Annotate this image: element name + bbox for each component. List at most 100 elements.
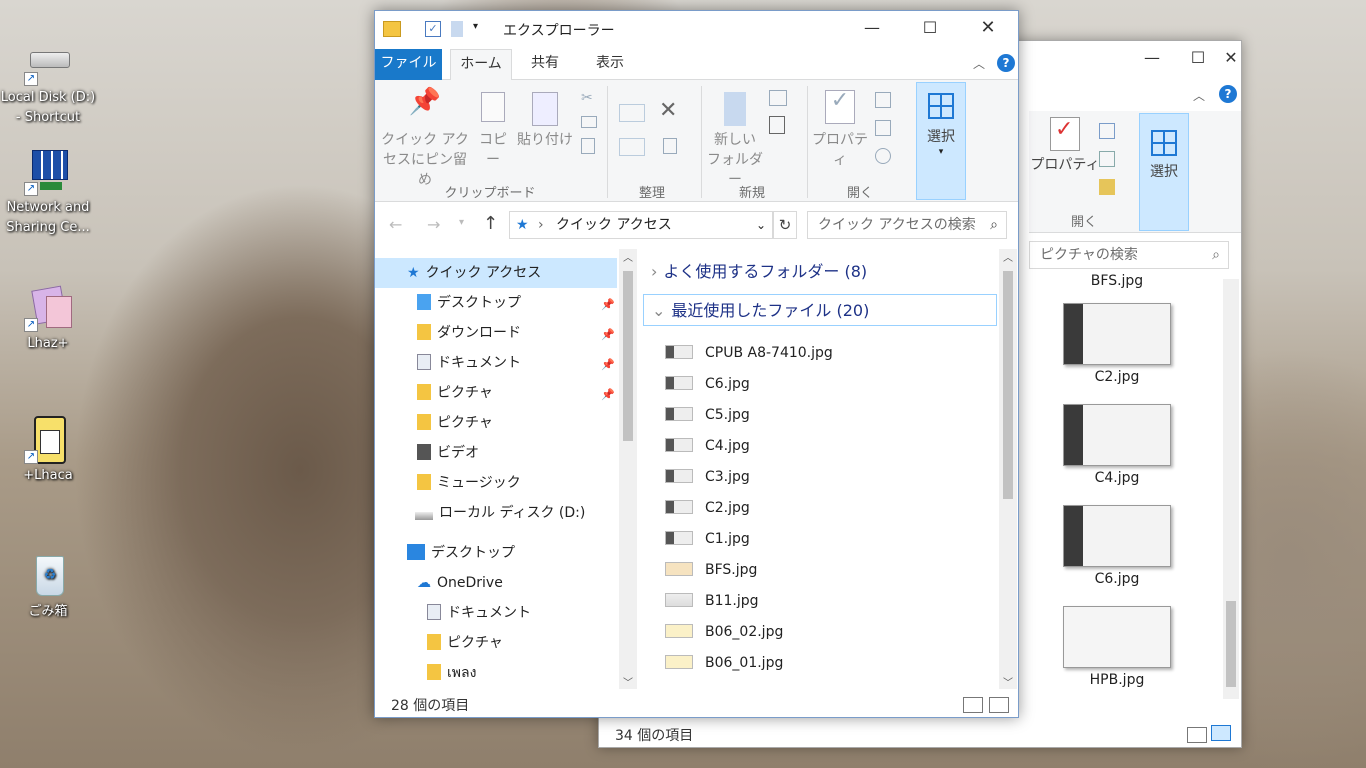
copy-path-icon[interactable] bbox=[581, 116, 597, 128]
new-item-icon[interactable] bbox=[769, 90, 787, 106]
group-header-frequent[interactable]: › よく使用するフォルダー (8) bbox=[641, 256, 867, 288]
file-row[interactable]: CPUB A8-7410.jpg bbox=[665, 338, 833, 369]
nav-item-local-disk[interactable]: ローカル ディスク (D:) bbox=[415, 498, 585, 528]
recent-locations-button[interactable]: ▾ bbox=[459, 217, 464, 228]
history-icon[interactable] bbox=[875, 148, 891, 164]
vertical-scrollbar[interactable] bbox=[1223, 279, 1239, 699]
scroll-down-icon[interactable]: ﹀ bbox=[999, 674, 1017, 689]
nav-item-desktop[interactable]: デスクトップ bbox=[417, 288, 521, 318]
file-row[interactable]: C2.jpg bbox=[665, 493, 750, 524]
rename-icon[interactable] bbox=[663, 138, 677, 154]
scrollbar-thumb[interactable] bbox=[1003, 271, 1013, 499]
details-view-icon[interactable] bbox=[1187, 727, 1207, 743]
thumbnail-item[interactable]: BFS.jpg bbox=[1057, 273, 1177, 289]
file-row[interactable]: B11.jpg bbox=[665, 586, 759, 617]
forward-button[interactable]: → bbox=[427, 215, 440, 234]
details-view-icon[interactable] bbox=[963, 697, 983, 713]
file-row[interactable]: B06_02.jpg bbox=[665, 617, 783, 648]
scrollbar-thumb[interactable] bbox=[1226, 601, 1236, 687]
scrollbar-thumb[interactable] bbox=[623, 271, 633, 441]
properties-button[interactable]: ✓ プロパティ bbox=[1029, 117, 1101, 175]
file-row[interactable]: C4.jpg bbox=[665, 431, 750, 462]
desktop-icon-network[interactable]: ↗ Network and Sharing Ce... bbox=[0, 148, 96, 238]
back-button[interactable]: ← bbox=[389, 215, 402, 234]
nav-pane-scrollbar[interactable]: ︿ ﹀ bbox=[619, 249, 637, 689]
nav-item-onedrive-folder[interactable]: เพลง bbox=[427, 658, 476, 688]
properties-quick-icon[interactable]: ✓ bbox=[425, 21, 441, 37]
new-folder-button[interactable]: 新しい フォルダー bbox=[705, 92, 765, 190]
nav-item-quick-access[interactable]: ★ クイック アクセス bbox=[407, 258, 541, 288]
help-icon[interactable]: ? bbox=[1219, 85, 1237, 103]
ribbon-collapse-icon[interactable]: ︿ bbox=[973, 55, 985, 72]
nav-item-onedrive-documents[interactable]: ドキュメント bbox=[427, 598, 531, 628]
thumbnail-item[interactable]: C2.jpg bbox=[1057, 303, 1177, 385]
paste-shortcut-icon[interactable] bbox=[581, 138, 595, 154]
file-row[interactable]: B06_01.jpg bbox=[665, 648, 783, 679]
file-row[interactable]: C3.jpg bbox=[665, 462, 750, 493]
copy-to-icon[interactable] bbox=[619, 138, 645, 156]
refresh-button[interactable]: ↻ bbox=[773, 211, 797, 239]
copy-button[interactable]: コピー bbox=[473, 92, 513, 170]
easy-access-icon[interactable] bbox=[769, 116, 785, 134]
large-icons-view-icon[interactable] bbox=[989, 697, 1009, 713]
nav-item-pictures-2[interactable]: ピクチャ bbox=[417, 408, 493, 438]
tab-home[interactable]: ホーム bbox=[450, 49, 512, 81]
nav-item-music[interactable]: ミュージック bbox=[417, 468, 521, 498]
close-button[interactable]: ✕ bbox=[965, 11, 1011, 43]
desktop-icon-local-disk[interactable]: ↗ Local Disk (D:) - Shortcut bbox=[0, 38, 96, 128]
customize-quick-access-icon[interactable]: ▾ bbox=[473, 21, 478, 32]
search-input[interactable]: ピクチャの検索 ⌕ bbox=[1029, 241, 1229, 269]
edit-icon[interactable] bbox=[1099, 151, 1115, 167]
paste-button[interactable]: 貼り付け bbox=[517, 92, 573, 150]
scroll-down-icon[interactable]: ﹀ bbox=[619, 674, 637, 689]
file-row[interactable]: BFS.jpg bbox=[665, 555, 757, 586]
desktop-icon-lhaca[interactable]: ↗ +Lhaca bbox=[0, 416, 96, 486]
edit-icon[interactable] bbox=[875, 120, 891, 136]
nav-item-documents[interactable]: ドキュメント bbox=[417, 348, 521, 378]
history-icon[interactable] bbox=[1099, 179, 1115, 195]
file-row[interactable]: C5.jpg bbox=[665, 400, 750, 431]
desktop-icon-recycle-bin[interactable]: ♻ ごみ箱 bbox=[0, 552, 96, 622]
address-dropdown-icon[interactable]: ⌄ bbox=[756, 212, 766, 238]
nav-item-onedrive[interactable]: ☁ OneDrive bbox=[417, 568, 503, 598]
explorer-window-quick-access[interactable]: ✓ ▾ エクスプローラー — ☐ ✕ ファイル ホーム 共有 表示 ︿ ? 📌 … bbox=[374, 10, 1019, 718]
maximize-button[interactable]: ☐ bbox=[1175, 41, 1221, 73]
delete-icon[interactable]: ✕ bbox=[659, 98, 677, 123]
thumbnail-item[interactable]: HPB.jpg bbox=[1057, 606, 1177, 688]
address-bar[interactable]: ★ › クイック アクセス ⌄ bbox=[509, 211, 773, 239]
thumbnail-item[interactable]: C4.jpg bbox=[1057, 404, 1177, 486]
properties-button[interactable]: ✓ プロパティ bbox=[809, 90, 871, 170]
nav-item-onedrive-pictures[interactable]: ピクチャ bbox=[427, 628, 503, 658]
minimize-button[interactable]: — bbox=[849, 11, 895, 43]
large-icons-view-icon[interactable] bbox=[1211, 725, 1231, 741]
select-button[interactable]: 選択 bbox=[1139, 113, 1189, 231]
nav-item-pictures[interactable]: ピクチャ bbox=[417, 378, 493, 408]
up-button[interactable]: ↑ bbox=[483, 213, 498, 234]
nav-item-downloads[interactable]: ダウンロード bbox=[417, 318, 521, 348]
thumbnail-item[interactable]: C6.jpg bbox=[1057, 505, 1177, 587]
open-icon[interactable] bbox=[1099, 123, 1115, 139]
file-list-scrollbar[interactable]: ︿ ﹀ bbox=[999, 249, 1017, 689]
nav-item-desktop-root[interactable]: デスクトップ bbox=[407, 538, 515, 568]
desktop-icon-lhaz[interactable]: ↗ Lhaz+ bbox=[0, 284, 96, 354]
file-row[interactable]: C6.jpg bbox=[665, 369, 750, 400]
tab-file[interactable]: ファイル bbox=[375, 49, 442, 80]
tab-view[interactable]: 表示 bbox=[585, 49, 635, 80]
open-icon[interactable] bbox=[875, 92, 891, 108]
help-icon[interactable]: ? bbox=[997, 54, 1015, 72]
close-button[interactable]: ✕ bbox=[1219, 41, 1243, 73]
tab-share[interactable]: 共有 bbox=[520, 49, 570, 80]
scroll-up-icon[interactable]: ︿ bbox=[999, 249, 1017, 264]
new-folder-quick-icon[interactable] bbox=[451, 21, 463, 37]
group-header-recent[interactable]: ⌄ 最近使用したファイル (20) bbox=[643, 294, 997, 326]
ribbon-collapse-icon[interactable]: ︿ bbox=[1193, 87, 1205, 104]
select-button[interactable]: 選択 ▾ bbox=[916, 82, 966, 200]
maximize-button[interactable]: ☐ bbox=[907, 11, 953, 43]
file-row[interactable]: C1.jpg bbox=[665, 524, 750, 555]
move-to-icon[interactable] bbox=[619, 104, 645, 122]
nav-item-videos[interactable]: ビデオ bbox=[417, 438, 479, 468]
scroll-up-icon[interactable]: ︿ bbox=[619, 249, 637, 264]
search-input[interactable]: クイック アクセスの検索 ⌕ bbox=[807, 211, 1007, 239]
cut-icon[interactable]: ✂ bbox=[581, 90, 593, 106]
pin-quick-access-button[interactable]: 📌 クイック アクセスにピン留め bbox=[381, 89, 469, 190]
